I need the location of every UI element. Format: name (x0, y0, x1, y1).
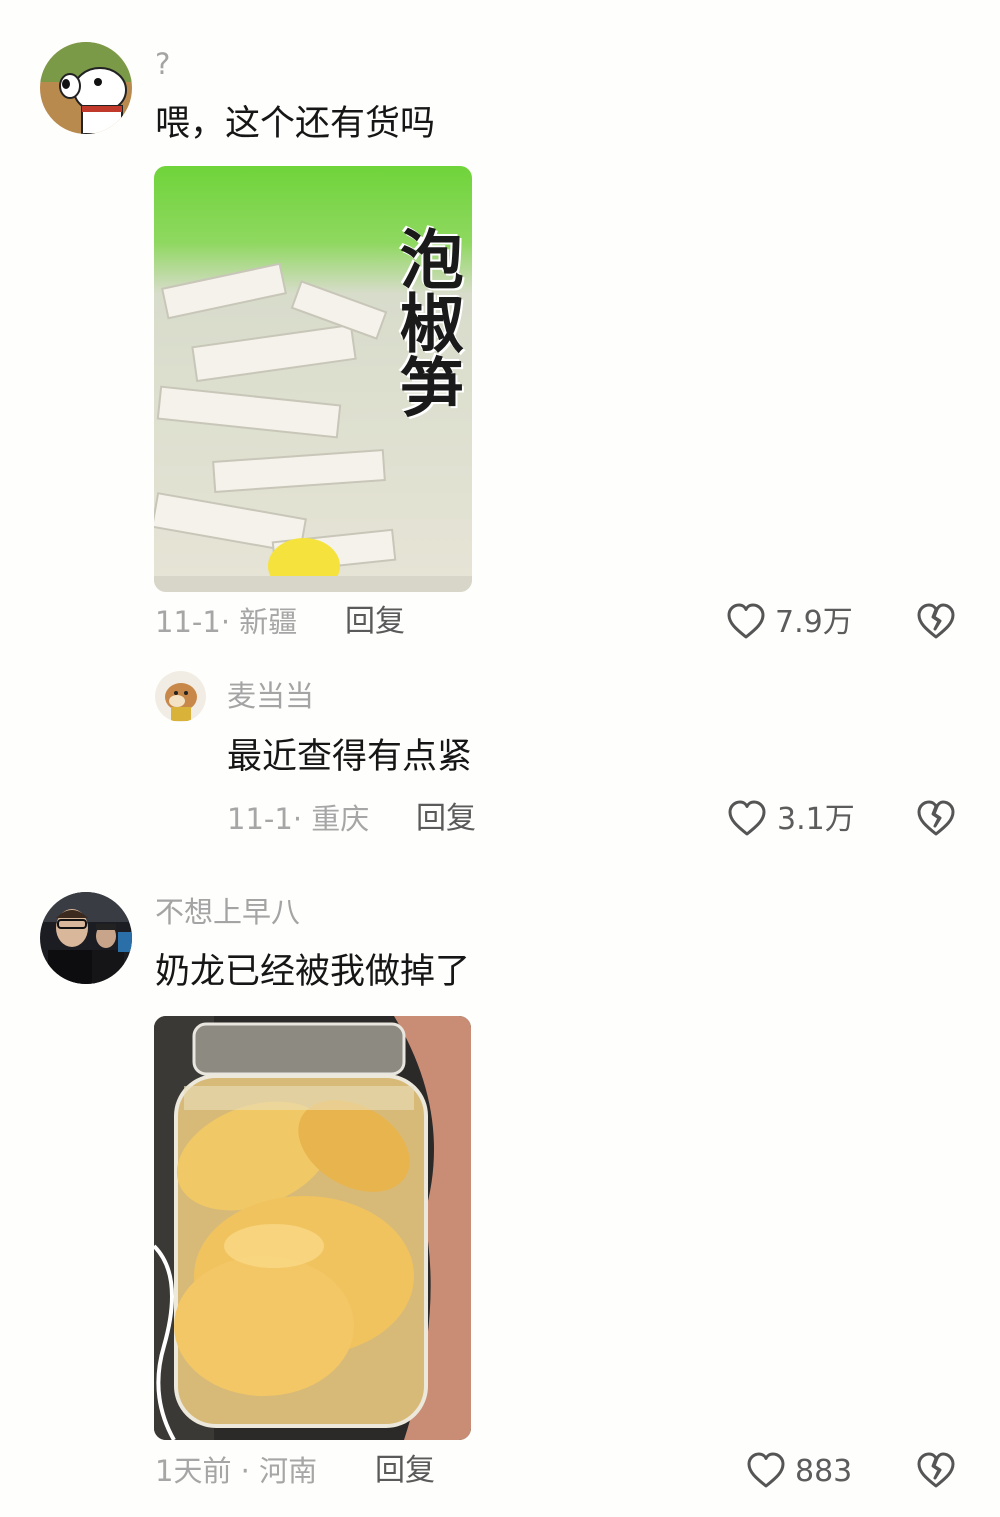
reply-date: 11-1 (227, 802, 293, 836)
comment-username[interactable]: 不想上早八 (155, 898, 300, 927)
like-count: 7.9万 (775, 605, 853, 640)
like-heart-icon[interactable] (727, 799, 767, 839)
reply-text: 最近查得有点紧 (227, 737, 473, 777)
reply-button[interactable]: 回复 (345, 607, 405, 637)
meta-separator: · (220, 605, 240, 639)
comment-location: 新疆 (239, 605, 298, 639)
comment-image[interactable]: 泡椒笋 (154, 166, 472, 592)
dog-cartoon-avatar-icon (40, 42, 132, 134)
reply-meta: 11-1· 重庆 (227, 805, 369, 834)
image-caption-label: 泡椒笋 (388, 226, 464, 418)
comment-username[interactable]: ? (155, 50, 170, 79)
comment-meta: 1天前 · 河南 (155, 1457, 317, 1486)
broken-heart-icon[interactable] (916, 800, 956, 838)
user-avatar[interactable] (40, 892, 132, 984)
comment-text: 奶龙已经被我做掉了 (155, 952, 471, 992)
broken-heart-icon[interactable] (916, 603, 956, 641)
comment-image[interactable] (154, 1016, 471, 1440)
like-heart-icon[interactable] (746, 1451, 786, 1491)
reply-button[interactable]: 回复 (375, 1456, 435, 1486)
comment-date: 1天前 (155, 1454, 232, 1488)
comment-location: 河南 (259, 1454, 318, 1488)
like-heart-icon[interactable] (726, 602, 766, 642)
like-count: 3.1万 (777, 802, 855, 837)
comment-meta: 11-1· 新疆 (155, 608, 297, 637)
photo-avatar-icon (40, 892, 132, 984)
meta-separator: · (231, 1454, 260, 1488)
doge-avatar-icon (155, 671, 206, 722)
user-avatar[interactable] (40, 42, 132, 134)
broken-heart-icon[interactable] (916, 1452, 956, 1490)
like-count: 883 (795, 1454, 853, 1489)
reply-location: 重庆 (311, 802, 370, 836)
reply-button[interactable]: 回复 (416, 804, 476, 834)
comment-date: 11-1 (155, 605, 221, 639)
reply-avatar[interactable] (155, 671, 206, 722)
comment-text: 喂，这个还有货吗 (155, 104, 436, 144)
canned-peach-jar-image (154, 1016, 471, 1440)
meta-separator: · (292, 802, 312, 836)
reply-username[interactable]: 麦当当 (227, 682, 314, 711)
image-caption-text: 泡椒笋 (386, 226, 466, 433)
